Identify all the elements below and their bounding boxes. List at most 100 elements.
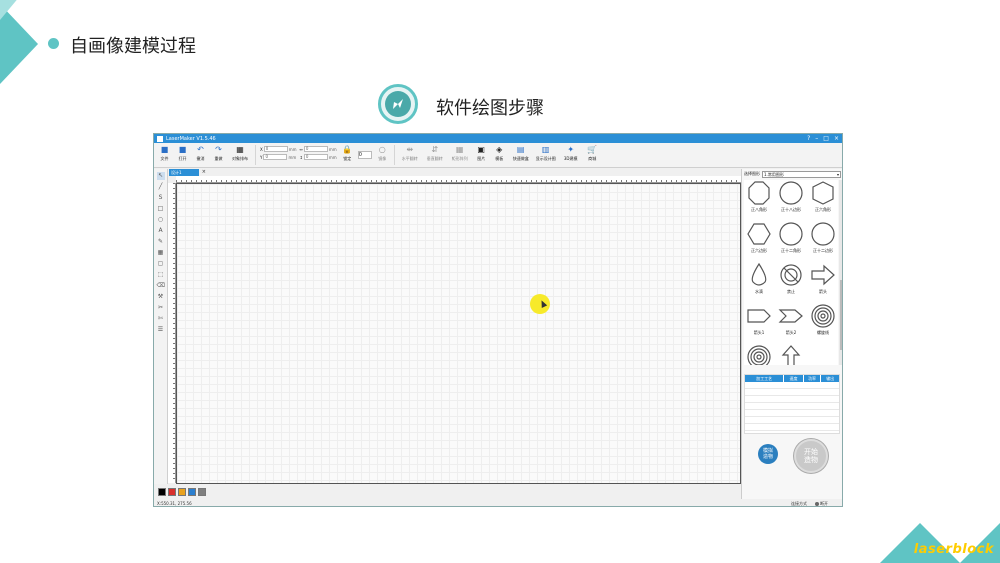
close-tab-icon[interactable]: × bbox=[202, 169, 206, 176]
shape-item-circle[interactable]: 正十二角形 bbox=[776, 221, 806, 261]
color-swatch-orange[interactable] bbox=[178, 488, 186, 496]
eraser-tool-icon[interactable]: ⌫ bbox=[157, 282, 165, 290]
v-flip-button[interactable]: ⇵ 垂直翻转 bbox=[424, 145, 446, 162]
shape-item-hexagon2[interactable]: 正六边形 bbox=[744, 221, 774, 261]
layers-tool-icon[interactable]: ☰ bbox=[157, 326, 165, 334]
height-input[interactable]: 0 bbox=[303, 154, 328, 160]
rotate-input[interactable]: 0 bbox=[357, 151, 372, 159]
shape-label: 正六角形 bbox=[815, 207, 831, 212]
knife-tool-icon[interactable]: ✄ bbox=[157, 315, 165, 323]
text-tool-icon[interactable]: A bbox=[157, 227, 165, 235]
shape-item-hexagon[interactable]: 正六角形 bbox=[808, 180, 838, 220]
shape-item-circle[interactable]: 正十八边形 bbox=[776, 180, 806, 220]
color-swatch-red[interactable] bbox=[168, 488, 176, 496]
vertical-ruler bbox=[168, 183, 176, 483]
shape-item-chevron[interactable]: 箭头2 bbox=[776, 303, 806, 343]
h-flip-icon: ⇹ bbox=[406, 145, 414, 154]
laser-maker-window: LaserMaker V1.5.46 ? – □ × ■ 文件 ■ 打开 ↶ 撤… bbox=[153, 133, 843, 507]
color-swatch-gray[interactable] bbox=[198, 488, 206, 496]
tab-design1[interactable]: 设计1 × bbox=[169, 169, 206, 176]
section-subtitle: 软件绘图步骤 bbox=[436, 98, 544, 119]
horizontal-ruler bbox=[176, 176, 741, 183]
color-palette bbox=[158, 488, 206, 496]
shape-scrollbar[interactable] bbox=[839, 180, 842, 365]
shape-select-row: 选择图形 1.常用图形 ▾ bbox=[742, 169, 842, 179]
process-table: 加工工艺 速度 功率 输出 bbox=[744, 374, 840, 434]
rectangle-tool-icon[interactable]: □ bbox=[157, 205, 165, 213]
slide-title: 自画像建模过程 bbox=[70, 36, 196, 57]
shape-item-spiral2[interactable] bbox=[744, 344, 774, 365]
box-icon: ▤ bbox=[516, 145, 525, 154]
node-tool-icon[interactable]: ⬚ bbox=[157, 271, 165, 279]
scissors-tool-icon[interactable]: ✂ bbox=[157, 304, 165, 312]
mirror-icon: ○ bbox=[378, 145, 386, 154]
width-input[interactable]: 0 bbox=[303, 146, 328, 152]
shop-button[interactable]: 🛒 商城 bbox=[585, 145, 600, 162]
help-button[interactable]: ? bbox=[807, 135, 810, 142]
curve-tool-icon[interactable]: S bbox=[157, 194, 165, 202]
brand-logo: laserblock bbox=[913, 542, 994, 557]
col-power: 功率 bbox=[804, 375, 822, 382]
array-button[interactable]: ▦ 矩形阵列 bbox=[449, 145, 471, 162]
shape-item-circle2[interactable]: 正十二边形 bbox=[808, 221, 838, 261]
open-button[interactable]: ■ 打开 bbox=[175, 145, 190, 162]
lock-button[interactable]: 🔒 锁定 bbox=[340, 145, 355, 162]
color-swatch-black[interactable] bbox=[158, 488, 166, 496]
square-tool-icon[interactable]: ▢ bbox=[157, 260, 165, 268]
x-input[interactable]: 0 bbox=[263, 146, 288, 152]
measure-tool-icon[interactable]: ⚒ bbox=[157, 293, 165, 301]
drawing-canvas[interactable] bbox=[176, 183, 741, 484]
close-button[interactable]: × bbox=[834, 135, 839, 142]
shape-item-spiral[interactable]: 螺旋线 bbox=[808, 303, 838, 343]
shape-label: 箭头1 bbox=[753, 330, 765, 335]
chevron-shape-icon bbox=[778, 309, 803, 323]
color-swatch-blue[interactable] bbox=[188, 488, 196, 496]
pentagon-arrow-shape-icon bbox=[747, 309, 771, 323]
process-table-rows bbox=[745, 382, 839, 434]
y-input[interactable]: 0 bbox=[263, 154, 288, 160]
rocket-icon bbox=[378, 84, 418, 124]
shape-item-up-arrow[interactable] bbox=[776, 344, 806, 365]
col-speed: 速度 bbox=[784, 375, 804, 382]
pen-tool-icon[interactable]: ✎ bbox=[157, 238, 165, 246]
shape-item-octagon[interactable]: 正八角形 bbox=[744, 180, 774, 220]
minimize-button[interactable]: – bbox=[815, 135, 818, 142]
select-tool-icon[interactable]: ↖ bbox=[156, 172, 165, 180]
design-icon: ▥ bbox=[541, 145, 550, 154]
maximize-button[interactable]: □ bbox=[823, 135, 829, 142]
grid-tool-icon[interactable]: ▦ bbox=[157, 249, 165, 257]
image-icon: ▣ bbox=[477, 145, 485, 154]
ellipse-tool-icon[interactable]: ○ bbox=[157, 216, 165, 224]
shape-item-drop[interactable]: 水滴 bbox=[744, 262, 774, 302]
shape-category-dropdown[interactable]: 1.常用图形 ▾ bbox=[762, 170, 841, 178]
shape-label: 水滴 bbox=[755, 289, 763, 294]
h-flip-button[interactable]: ⇹ 水平翻转 bbox=[399, 145, 421, 162]
show-design-button[interactable]: ▥ 显示设计图 bbox=[535, 145, 557, 162]
undo-button[interactable]: ↶ 撤消 bbox=[193, 145, 208, 162]
shape-label: 正十二边形 bbox=[813, 248, 833, 253]
shape-item-ban[interactable]: 禁止 bbox=[776, 262, 806, 302]
shape-label: 螺旋线 bbox=[817, 330, 829, 335]
shape-label: 箭头 bbox=[819, 289, 827, 294]
redo-button[interactable]: ↷ 重做 bbox=[211, 145, 226, 162]
object-align-button[interactable]: ▦ 对象排布 bbox=[229, 145, 251, 162]
image-button[interactable]: ▣ 图片 bbox=[474, 145, 489, 162]
mirror-button[interactable]: ○ 镜像 bbox=[375, 145, 390, 162]
model-button[interactable]: ◈ 模板 bbox=[492, 145, 507, 162]
model-3d-button[interactable]: ✦ 3D建模 bbox=[560, 145, 582, 162]
main-toolbar: ■ 文件 ■ 打开 ↶ 撤消 ↷ 重做 ▦ 对象排布 X 0 mm Y 0 mm ↔ 0 m… bbox=[154, 143, 842, 168]
file-button[interactable]: ■ 文件 bbox=[157, 145, 172, 162]
connection-mode-label[interactable]: 连接方式 bbox=[791, 499, 807, 506]
scrollbar-thumb[interactable] bbox=[840, 280, 842, 350]
simulate-button[interactable]: 模拟 造物 bbox=[758, 444, 778, 464]
start-button[interactable]: 开始 造物 bbox=[794, 439, 828, 473]
shape-select-label: 选择图形 bbox=[744, 171, 760, 176]
line-tool-icon[interactable]: ╱ bbox=[157, 183, 165, 191]
quick-box-button[interactable]: ▤ 快速做盒 bbox=[510, 145, 532, 162]
cube-icon: ◈ bbox=[496, 145, 503, 154]
col-output: 输出 bbox=[826, 376, 835, 381]
shape-item-pentagon-arrow[interactable]: 箭头1 bbox=[744, 303, 774, 343]
shape-item-arrow[interactable]: 箭头 bbox=[808, 262, 838, 302]
redo-icon: ↷ bbox=[215, 145, 222, 154]
shape-label: 禁止 bbox=[787, 289, 795, 294]
